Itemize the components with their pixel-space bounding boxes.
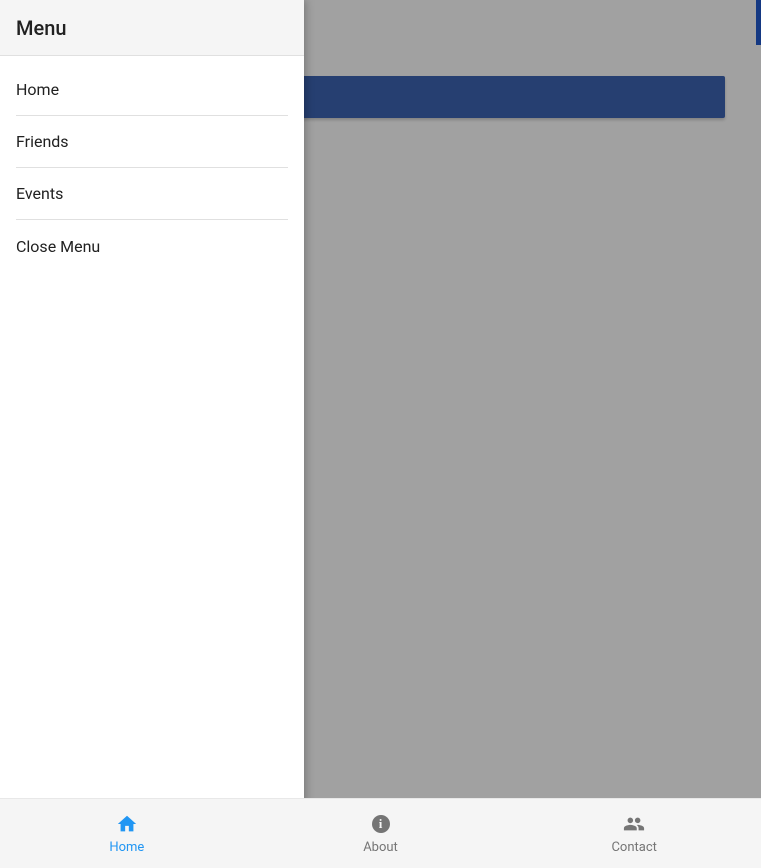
drawer-item-events[interactable]: Events [16,168,288,220]
people-icon [622,812,646,836]
drawer-item-friends[interactable]: Friends [16,116,288,168]
drawer-item-close[interactable]: Close Menu [16,220,288,272]
bottom-nav-home-label: Home [109,840,144,855]
bottom-navigation: Home i About Contact [0,798,761,868]
home-icon [115,812,139,836]
info-icon: i [369,812,393,836]
side-drawer: Menu Home Friends Events Close Menu [0,0,304,868]
bottom-nav-contact-label: Contact [611,840,656,855]
bottom-nav-contact[interactable]: Contact [507,812,761,855]
drawer-item-home[interactable]: Home [16,64,288,116]
drawer-list: Home Friends Events Close Menu [0,56,304,272]
bottom-nav-home[interactable]: Home [0,812,254,855]
drawer-title: Menu [0,0,304,56]
bottom-nav-about[interactable]: i About [254,812,508,855]
bottom-nav-about-label: About [363,840,398,855]
